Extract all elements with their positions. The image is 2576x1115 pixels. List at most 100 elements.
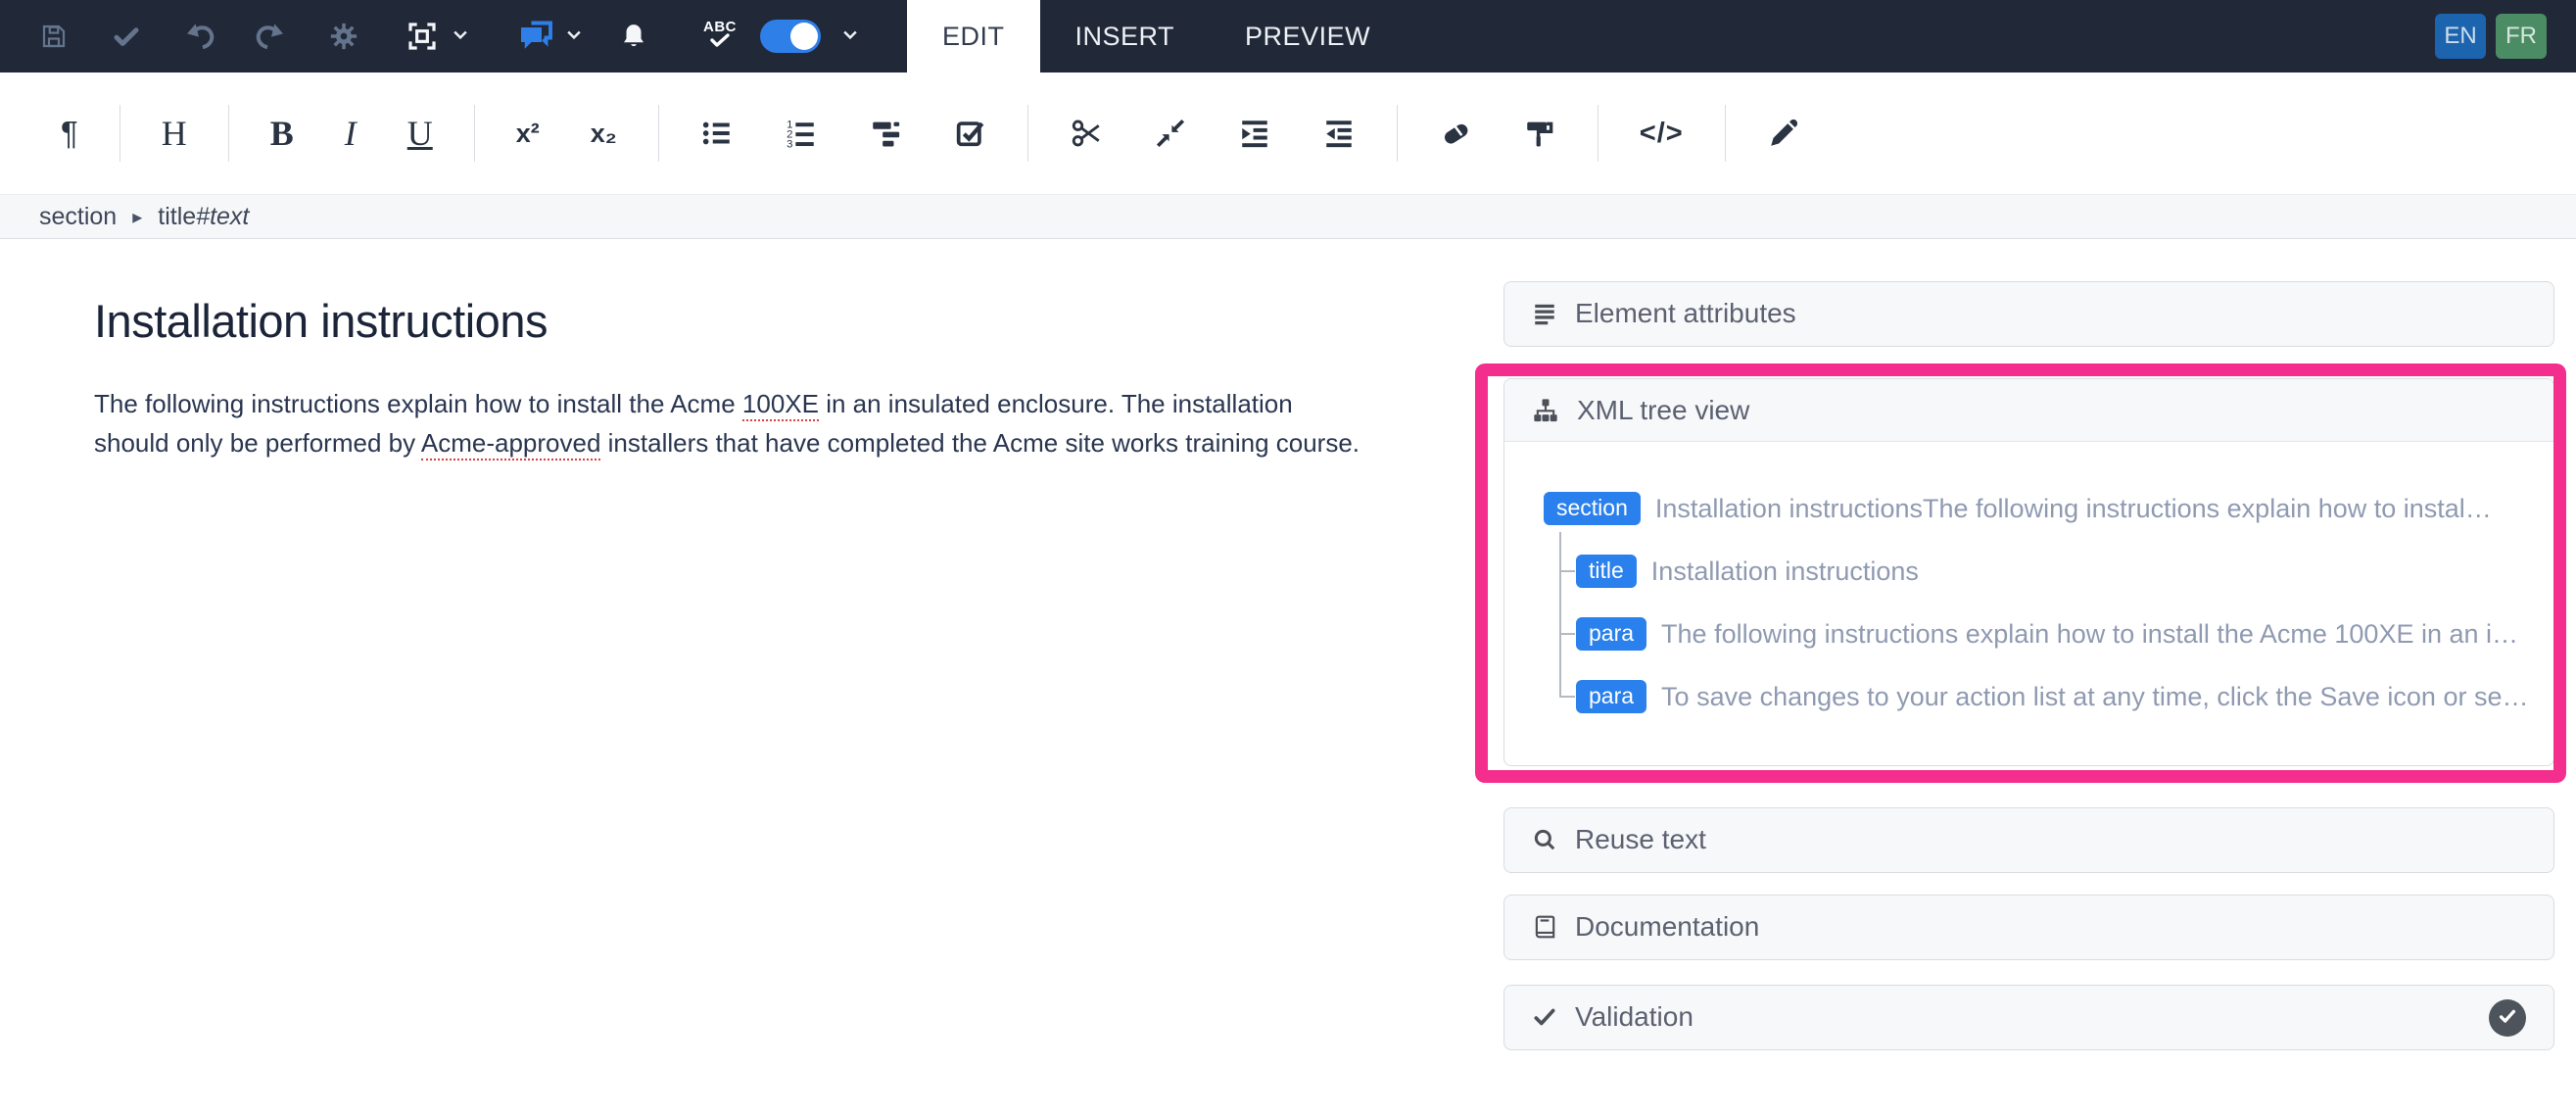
outdent-button[interactable]	[1322, 117, 1356, 150]
chevron-down-icon	[564, 24, 584, 49]
panel-xml-tree-view: XML tree view section Installation instr…	[1503, 378, 2554, 766]
spellcheck-button[interactable]: ABC	[703, 21, 737, 52]
tree-node-section[interactable]: section Installation instructionsThe fol…	[1544, 488, 2492, 529]
collapse-arrows-icon	[1154, 117, 1187, 150]
language-en-button[interactable]: EN	[2435, 14, 2486, 59]
indent-button[interactable]	[1238, 117, 1271, 150]
document-paragraph[interactable]: The following instructions explain how t…	[94, 384, 1367, 462]
breadcrumb-item-section[interactable]: section	[39, 203, 117, 231]
definition-list-button[interactable]	[869, 117, 902, 150]
accept-changes-button[interactable]	[110, 0, 143, 73]
notifications-button[interactable]	[617, 0, 650, 73]
source-code-button[interactable]: </>	[1640, 118, 1684, 150]
underline-button[interactable]: U	[407, 113, 433, 154]
panel-header-element-attributes[interactable]: Element attributes	[1504, 282, 2553, 345]
tree-node-para[interactable]: para The following instructions explain …	[1576, 613, 2518, 654]
toolbar-divider	[1397, 105, 1398, 162]
comments-button[interactable]	[519, 0, 552, 73]
breadcrumb-item-text-node[interactable]: #text	[196, 203, 249, 231]
panel-title: Validation	[1575, 1001, 1693, 1033]
pencil-icon	[1767, 117, 1800, 150]
spellcheck-dropdown[interactable]	[840, 24, 860, 49]
check-icon	[112, 22, 141, 51]
redo-button[interactable]	[255, 0, 288, 73]
heading-button[interactable]: H	[162, 113, 187, 154]
tree-connector-line	[1559, 633, 1575, 635]
tree-connector-line	[1559, 570, 1575, 572]
paint-roller-icon	[1523, 117, 1556, 150]
panel-title: Reuse text	[1575, 824, 1706, 855]
merge-button[interactable]	[1154, 117, 1187, 150]
bullet-list-icon	[700, 117, 734, 150]
breadcrumb-arrow-icon: ▸	[132, 205, 142, 229]
comments-icon	[518, 19, 553, 54]
element-tag-badge: title	[1576, 555, 1637, 588]
toolbar-divider	[1027, 105, 1028, 162]
copy-formatting-button[interactable]	[1523, 117, 1556, 150]
tree-node-para[interactable]: para To save changes to your action list…	[1576, 676, 2528, 717]
bullet-list-button[interactable]	[700, 117, 734, 150]
bell-icon	[619, 22, 648, 51]
panel-documentation: Documentation	[1503, 895, 2554, 960]
misspelled-word[interactable]: 100XE	[742, 389, 819, 421]
book-icon	[1532, 914, 1557, 940]
document-heading[interactable]: Installation instructions	[94, 294, 548, 348]
edit-annotation-button[interactable]	[1767, 117, 1800, 150]
focus-mode-button[interactable]	[405, 0, 439, 73]
checklist-button[interactable]	[953, 117, 986, 150]
attribute-list-icon	[1532, 301, 1557, 326]
outdent-icon	[1322, 117, 1356, 150]
definition-list-icon	[869, 117, 902, 150]
tab-edit[interactable]: EDIT	[907, 0, 1040, 73]
settings-button[interactable]	[327, 0, 360, 73]
misspelled-word[interactable]: Acme-approved	[421, 428, 601, 461]
breadcrumb: section ▸ title #text	[0, 194, 2576, 239]
panel-title: XML tree view	[1577, 395, 1749, 426]
cut-button[interactable]	[1070, 117, 1103, 150]
tree-connector-line	[1559, 532, 1561, 697]
xml-tree: section Installation instructionsThe fol…	[1504, 442, 2553, 765]
breadcrumb-item-title[interactable]: title	[158, 203, 196, 231]
save-icon	[39, 22, 69, 51]
panel-validation: Validation	[1503, 985, 2554, 1050]
spellcheck-abc-label: ABC	[703, 21, 737, 33]
panel-reuse-text: Reuse text	[1503, 807, 2554, 873]
indent-icon	[1238, 117, 1271, 150]
language-fr-button[interactable]: FR	[2496, 14, 2547, 59]
panel-header-documentation[interactable]: Documentation	[1504, 896, 2553, 958]
italic-button[interactable]: I	[345, 113, 357, 154]
tree-node-text: The following instructions explain how t…	[1661, 619, 2518, 650]
undo-button[interactable]	[182, 0, 215, 73]
tab-insert[interactable]: INSERT	[1040, 0, 1211, 73]
panel-header-xml-tree-view[interactable]: XML tree view	[1504, 379, 2553, 442]
gear-icon	[329, 22, 358, 51]
focus-mode-dropdown[interactable]	[451, 24, 470, 49]
subscript-button[interactable]: x₂	[591, 119, 617, 149]
panel-header-reuse-text[interactable]: Reuse text	[1504, 808, 2553, 871]
spellcheck-check-icon	[709, 33, 731, 52]
numbered-list-icon: 1 2 3	[785, 117, 818, 150]
paragraph-text: The following instructions explain how t…	[94, 389, 742, 418]
paragraph-text: installers that have completed the Acme …	[600, 428, 1360, 458]
scissors-icon	[1070, 117, 1103, 150]
toolbar-divider	[658, 105, 659, 162]
checkbox-check-icon	[953, 117, 986, 150]
tab-preview[interactable]: PREVIEW	[1210, 0, 1406, 73]
comments-dropdown[interactable]	[564, 24, 584, 49]
tree-node-text: To save changes to your action list at a…	[1661, 682, 2528, 712]
bold-button[interactable]: B	[270, 113, 294, 154]
spellcheck-toggle[interactable]	[760, 20, 821, 53]
clear-formatting-button[interactable]	[1439, 117, 1472, 150]
panel-header-validation[interactable]: Validation	[1504, 986, 2553, 1048]
paragraph-marks-button[interactable]: ¶	[61, 115, 78, 152]
element-tag-badge: para	[1576, 617, 1646, 651]
toolbar-divider	[228, 105, 229, 162]
check-icon	[1532, 1004, 1557, 1030]
chevron-down-icon	[840, 24, 860, 49]
tree-connector-line	[1559, 696, 1575, 698]
superscript-button[interactable]: x²	[516, 119, 540, 149]
save-button[interactable]	[37, 0, 71, 73]
tree-node-title[interactable]: title Installation instructions	[1576, 551, 1919, 592]
numbered-list-button[interactable]: 1 2 3	[785, 117, 818, 150]
circle-check-icon	[2497, 1005, 2518, 1032]
